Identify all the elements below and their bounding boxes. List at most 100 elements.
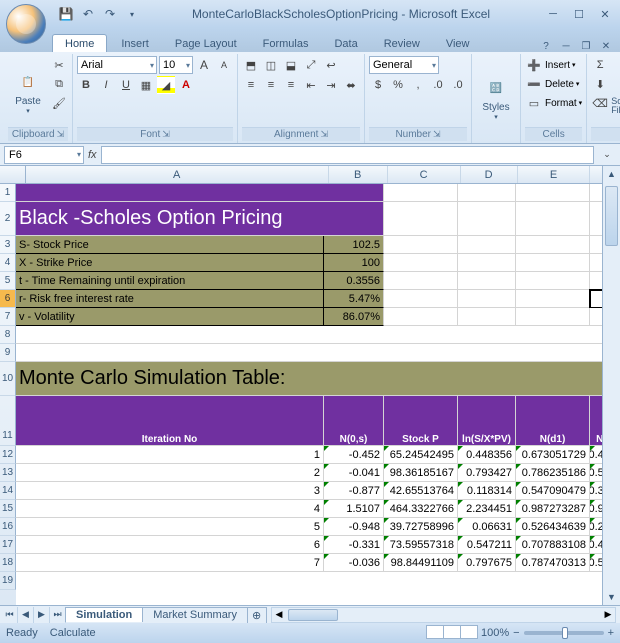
clear-icon[interactable]: ⌫ xyxy=(591,94,609,112)
zoom-out-icon[interactable]: − xyxy=(513,627,519,639)
cell-ln[interactable]: 0.06631 xyxy=(458,518,516,536)
cell-c11[interactable]: Stock P xyxy=(384,396,458,446)
font-name-dropdown[interactable]: Arial xyxy=(77,56,157,74)
cell-e2[interactable] xyxy=(516,202,590,236)
align-middle-icon[interactable]: ◫ xyxy=(262,56,280,74)
grow-font-icon[interactable]: A xyxy=(195,56,213,74)
row-header-3[interactable]: 3 xyxy=(0,236,16,254)
row-header-12[interactable]: 12 xyxy=(0,446,16,464)
cell-ln[interactable]: 0.547211 xyxy=(458,536,516,554)
col-header-a[interactable]: A xyxy=(26,166,329,183)
wrap-text-icon[interactable]: ↩ xyxy=(322,56,340,74)
cell-d2[interactable] xyxy=(458,202,516,236)
child-close-button[interactable]: ✕ xyxy=(598,40,614,52)
font-launcher-icon[interactable]: ⇲ xyxy=(162,129,170,140)
formula-expand-icon[interactable]: ⌄ xyxy=(598,146,616,164)
cell-row8[interactable] xyxy=(16,326,620,344)
vscroll-thumb[interactable] xyxy=(605,186,618,246)
fx-icon[interactable]: fx xyxy=(88,149,97,161)
number-launcher-icon[interactable]: ⇲ xyxy=(433,129,441,140)
merge-center-icon[interactable]: ⬌ xyxy=(342,76,360,94)
cell-ln[interactable]: 0.448356 xyxy=(458,446,516,464)
cell-e1[interactable] xyxy=(516,184,590,202)
cell-d1[interactable] xyxy=(458,184,516,202)
fill-color-icon[interactable]: ◢ xyxy=(157,76,175,94)
cell-d7[interactable] xyxy=(458,308,516,326)
cell-c5[interactable] xyxy=(384,272,458,290)
cell-n0s[interactable]: -0.041 xyxy=(324,464,384,482)
cell-iter[interactable]: 5 xyxy=(16,518,324,536)
paste-button[interactable]: 📋 Paste ▾ xyxy=(8,56,48,127)
row-header-9[interactable]: 9 xyxy=(0,344,16,362)
italic-button[interactable]: I xyxy=(97,76,115,94)
cell-n0s[interactable]: 1.5107 xyxy=(324,500,384,518)
scroll-right-icon[interactable]: ▶ xyxy=(601,608,615,622)
cell-a7[interactable]: v - Volatility xyxy=(16,308,324,326)
clipboard-launcher-icon[interactable]: ⇲ xyxy=(57,129,65,140)
cell-a4[interactable]: X - Strike Price xyxy=(16,254,324,272)
align-left-icon[interactable]: ≡ xyxy=(242,76,260,94)
col-header-d[interactable]: D xyxy=(461,166,518,183)
cell-a3[interactable]: S- Stock Price xyxy=(16,236,324,254)
cell-a11[interactable]: Iteration No xyxy=(16,396,324,446)
sheet-tab-new[interactable]: ⊕ xyxy=(247,607,267,623)
minimize-button[interactable]: ─ xyxy=(542,6,564,22)
maximize-button[interactable]: ☐ xyxy=(568,6,590,22)
cell-stockp[interactable]: 464.3322766 xyxy=(384,500,458,518)
underline-button[interactable]: U xyxy=(117,76,135,94)
cell-n0s[interactable]: -0.452 xyxy=(324,446,384,464)
qat-more-icon[interactable]: ▾ xyxy=(124,6,140,22)
cell-b7[interactable]: 86.07% xyxy=(324,308,384,326)
ribbon-help-icon[interactable]: ? xyxy=(538,40,554,52)
tab-insert[interactable]: Insert xyxy=(109,35,161,52)
font-color-icon[interactable]: A xyxy=(177,76,195,94)
zoom-slider[interactable] xyxy=(524,631,604,635)
row-header-10[interactable]: 10 xyxy=(0,362,16,396)
cell-c3[interactable] xyxy=(384,236,458,254)
cell-d6[interactable] xyxy=(458,290,516,308)
bold-button[interactable]: B xyxy=(77,76,95,94)
row-header-18[interactable]: 18 xyxy=(0,554,16,572)
row-header-14[interactable]: 14 xyxy=(0,482,16,500)
row-header-11[interactable]: 11 xyxy=(0,396,16,446)
redo-icon[interactable]: ↷ xyxy=(102,6,118,22)
tab-view[interactable]: View xyxy=(434,35,482,52)
tab-nav-next-icon[interactable]: ▶ xyxy=(34,607,50,623)
cell-b4[interactable]: 100 xyxy=(324,254,384,272)
cell-c1[interactable] xyxy=(384,184,458,202)
cell-e7[interactable] xyxy=(516,308,590,326)
tab-data[interactable]: Data xyxy=(322,35,369,52)
cell-stockp[interactable]: 98.84491109 xyxy=(384,554,458,572)
select-all-corner[interactable] xyxy=(0,166,26,183)
cell-c4[interactable] xyxy=(384,254,458,272)
cell-iter[interactable]: 2 xyxy=(16,464,324,482)
cell-a5[interactable]: t - Time Remaining until expiration xyxy=(16,272,324,290)
zoom-slider-thumb[interactable] xyxy=(562,627,568,639)
col-header-e[interactable]: E xyxy=(518,166,591,183)
cell-c7[interactable] xyxy=(384,308,458,326)
child-restore-button[interactable]: ❐ xyxy=(578,40,594,52)
row-header-7[interactable]: 7 xyxy=(0,308,16,326)
hscroll-thumb[interactable] xyxy=(288,609,338,621)
name-box[interactable]: F6 xyxy=(4,146,84,164)
sort-filter-button[interactable]: ⇅ Sort & Filter xyxy=(611,56,620,127)
cell-b6[interactable]: 5.47% xyxy=(324,290,384,308)
styles-button[interactable]: 🔠 Styles ▾ xyxy=(476,56,516,139)
tab-nav-last-icon[interactable]: ⏭ xyxy=(50,607,66,623)
align-bottom-icon[interactable]: ⬓ xyxy=(282,56,300,74)
row-header-6[interactable]: 6 xyxy=(0,290,16,308)
sheet-tab-simulation[interactable]: Simulation xyxy=(65,607,143,622)
cell-nd1[interactable]: 0.786235186 xyxy=(516,464,590,482)
format-painter-icon[interactable]: 🖌 xyxy=(50,94,68,112)
align-right-icon[interactable]: ≡ xyxy=(282,76,300,94)
cell-nd1[interactable]: 0.787470313 xyxy=(516,554,590,572)
vertical-scrollbar[interactable]: ▲ ▼ xyxy=(602,166,620,605)
number-format-dropdown[interactable]: General xyxy=(369,56,439,74)
sheet-tab-market-summary[interactable]: Market Summary xyxy=(142,607,248,622)
cell-e3[interactable] xyxy=(516,236,590,254)
cell-ln[interactable]: 0.797675 xyxy=(458,554,516,572)
cell-d11[interactable]: ln(S/X*PV) xyxy=(458,396,516,446)
cell-e4[interactable] xyxy=(516,254,590,272)
currency-icon[interactable]: $ xyxy=(369,76,387,94)
col-header-c[interactable]: C xyxy=(388,166,461,183)
